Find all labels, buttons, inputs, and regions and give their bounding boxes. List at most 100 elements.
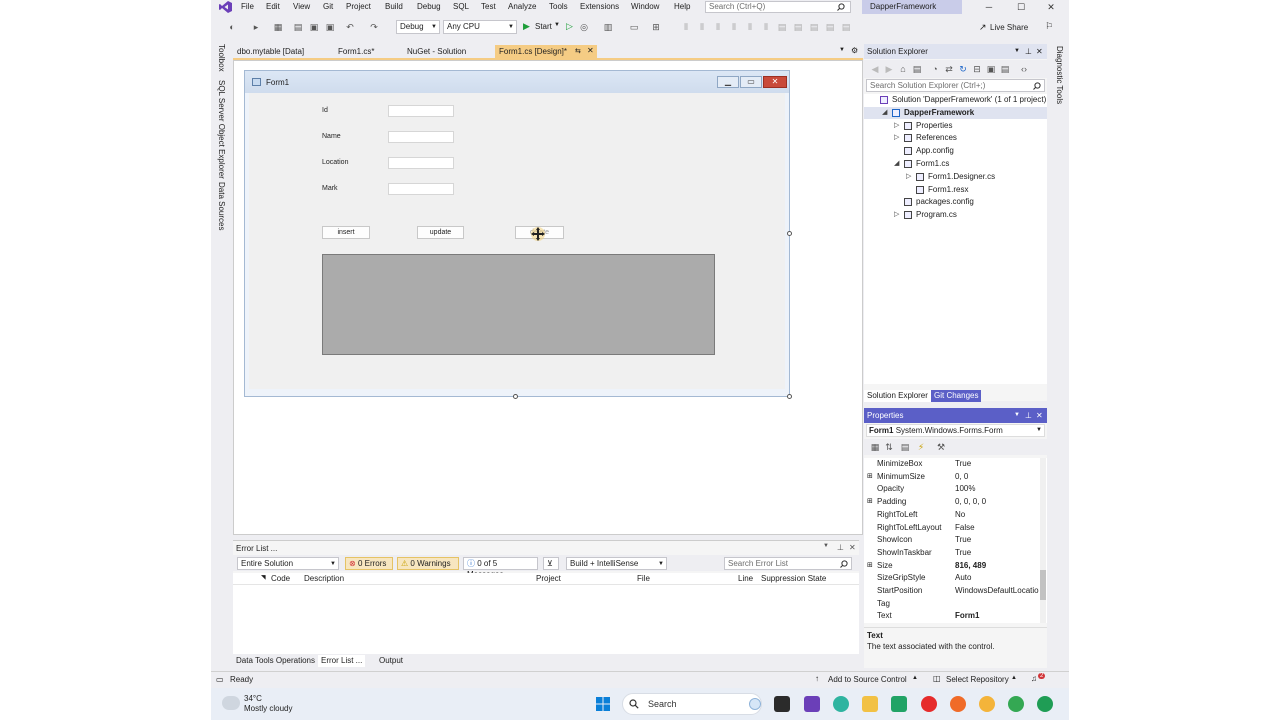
close-button[interactable]: ✕ — [1041, 1, 1061, 13]
build-select[interactable]: Build + IntelliSense ▼ — [566, 557, 667, 570]
property-value[interactable]: True — [955, 534, 1039, 546]
search-input[interactable]: Search (Ctrl+Q) — [705, 1, 851, 13]
tree-item[interactable]: ▷ References — [864, 132, 1047, 144]
new-project-icon[interactable]: ▦ — [273, 22, 283, 32]
align-middle-icon[interactable]: ⫴ — [745, 22, 755, 32]
property-row[interactable]: ShowIcon True — [864, 534, 1039, 547]
hot-reload-icon[interactable]: ◎ — [579, 22, 589, 32]
chevron-down-icon[interactable]: ▼ — [1014, 408, 1020, 423]
property-value[interactable]: No — [955, 509, 1039, 521]
menu-git[interactable]: Git — [323, 2, 333, 11]
tab-form1-design[interactable]: Form1.cs [Design]* — [495, 45, 597, 58]
menu-extensions[interactable]: Extensions — [580, 2, 619, 11]
chevron-down-icon[interactable]: ▼ — [1014, 44, 1020, 59]
menu-test[interactable]: Test — [481, 2, 496, 11]
property-pages-icon[interactable]: ⚒ — [936, 442, 946, 452]
property-row[interactable]: SizeGripStyle Auto — [864, 572, 1039, 585]
notifications-icon[interactable]: ♫ — [1031, 674, 1037, 683]
weather-condition[interactable]: Mostly cloudy — [244, 704, 292, 713]
property-value[interactable]: 816, 489 — [955, 560, 1039, 572]
insert-button[interactable]: insert — [322, 226, 370, 239]
property-row[interactable]: StartPosition WindowsDefaultLocation — [864, 585, 1039, 598]
tab-data-tools-operations[interactable]: Data Tools Operations — [233, 655, 318, 667]
textbox-mark[interactable] — [388, 183, 454, 195]
form-maximize-button[interactable]: ▭ — [740, 76, 762, 88]
property-value[interactable]: 0, 0 — [955, 471, 1039, 483]
form-close-button[interactable]: ✕ — [763, 76, 787, 88]
tab-git-changes[interactable]: Git Changes — [931, 390, 982, 402]
redo-icon[interactable]: ↷ — [369, 22, 379, 32]
property-row[interactable]: ⊞ MinimumSize 0, 0 — [864, 471, 1039, 484]
refresh-icon[interactable]: ↻ — [958, 64, 968, 74]
tree-item[interactable]: ◢ Form1.cs — [864, 158, 1047, 170]
property-row[interactable]: Text Form1 — [864, 610, 1039, 623]
warnings-filter-button[interactable]: ⚠ 0 Warnings — [397, 557, 459, 570]
align-left-icon[interactable]: ⫴ — [681, 22, 691, 32]
chevron-up-icon[interactable]: ▲ — [1011, 675, 1017, 681]
live-share-button[interactable]: Live Share — [990, 23, 1028, 32]
whatsapp-icon[interactable] — [1037, 696, 1053, 712]
tab-dbo-mytable[interactable]: dbo.mytable [Data] — [233, 45, 333, 58]
form1-window[interactable]: Form1 ▁ ▭ ✕ Id Name Location Mark insert… — [244, 70, 790, 397]
update-button[interactable]: update — [417, 226, 464, 239]
data-sources-tab[interactable]: Data Sources — [217, 182, 226, 230]
back-icon[interactable]: ◀ — [870, 64, 880, 74]
property-row[interactable]: ⊞ Size 816, 489 — [864, 560, 1039, 573]
expand-icon[interactable]: ⊞ — [867, 560, 873, 572]
switch-views-icon[interactable]: ▤ — [912, 64, 922, 74]
errors-filter-button[interactable]: ⊗ 0 Errors — [345, 557, 393, 570]
tree-item[interactable]: Solution 'DapperFramework' (1 of 1 proje… — [864, 94, 1047, 106]
menu-edit[interactable]: Edit — [266, 2, 280, 11]
close-tab-icon[interactable]: ✕ — [587, 46, 594, 55]
property-grid-scrollbar[interactable] — [1040, 458, 1046, 623]
app-icon[interactable] — [891, 696, 907, 712]
column-line[interactable]: Line — [738, 574, 753, 583]
resize-handle-right[interactable] — [787, 231, 792, 236]
menu-window[interactable]: Window — [631, 2, 659, 11]
property-row[interactable]: Opacity 100% — [864, 483, 1039, 496]
menu-view[interactable]: View — [293, 2, 310, 11]
messages-filter-button[interactable]: ⓘ 0 of 5 Messages — [463, 557, 538, 579]
platform-select[interactable]: Any CPU ▼ — [443, 20, 517, 34]
designer-surface[interactable]: Form1 ▁ ▭ ✕ Id Name Location Mark insert… — [233, 60, 863, 535]
configuration-select[interactable]: Debug ▼ — [396, 20, 440, 34]
back-icon[interactable]: ◐ — [227, 22, 237, 32]
solution-explorer-search-input[interactable]: Search Solution Explorer (Ctrl+;) — [866, 79, 1045, 92]
error-list-search-input[interactable]: Search Error List — [724, 557, 852, 570]
menu-sql[interactable]: SQL — [453, 2, 469, 11]
property-value[interactable]: True — [955, 547, 1039, 559]
firefox-icon[interactable] — [950, 696, 966, 712]
spacing-icon[interactable]: ▤ — [793, 22, 803, 32]
toolbox-tab[interactable]: Toolbox — [217, 44, 226, 72]
bing-icon[interactable] — [749, 698, 761, 710]
expand-arrow-icon[interactable]: ▷ — [894, 209, 899, 221]
add-to-source-control-button[interactable]: Add to Source Control — [828, 675, 907, 684]
menu-help[interactable]: Help — [674, 2, 690, 11]
sql-server-object-explorer-tab[interactable]: SQL Server Object Explorer — [217, 80, 226, 179]
form1-titlebar[interactable]: Form1 ▁ ▭ ✕ — [245, 71, 789, 93]
settings-icon[interactable]: ⚙ — [851, 46, 858, 55]
save-icon[interactable]: ▣ — [309, 22, 319, 32]
browser-icon[interactable] — [979, 696, 995, 712]
align-bottom-icon[interactable]: ⫴ — [761, 22, 771, 32]
label-location[interactable]: Location — [322, 159, 348, 166]
windows-start-icon[interactable] — [596, 697, 610, 711]
scrollbar-thumb[interactable] — [1040, 570, 1046, 600]
menu-analyze[interactable]: Analyze — [508, 2, 536, 11]
opera-icon[interactable] — [921, 696, 937, 712]
property-value[interactable]: 0, 0, 0, 0 — [955, 496, 1039, 508]
menu-build[interactable]: Build — [385, 2, 403, 11]
data-grid-view[interactable] — [322, 254, 715, 355]
tab-nuget-solution[interactable]: NuGet - Solution — [403, 45, 495, 58]
scope-select[interactable]: Entire Solution ▼ — [237, 557, 339, 570]
sync-icon[interactable]: ⇄ — [944, 64, 954, 74]
resize-handle-corner[interactable] — [787, 394, 792, 399]
property-value[interactable]: Form1 — [955, 610, 1039, 622]
property-row[interactable]: ⊞ Padding 0, 0, 0, 0 — [864, 496, 1039, 509]
feedback-icon[interactable]: ⚐ — [1045, 21, 1053, 32]
property-row[interactable]: RightToLeftLayout False — [864, 522, 1039, 535]
toggle-icon[interactable]: ▥ — [603, 22, 613, 32]
home-icon[interactable]: ⌂ — [898, 64, 908, 74]
property-row[interactable]: ShowInTaskbar True — [864, 547, 1039, 560]
weather-icon[interactable] — [222, 696, 240, 710]
